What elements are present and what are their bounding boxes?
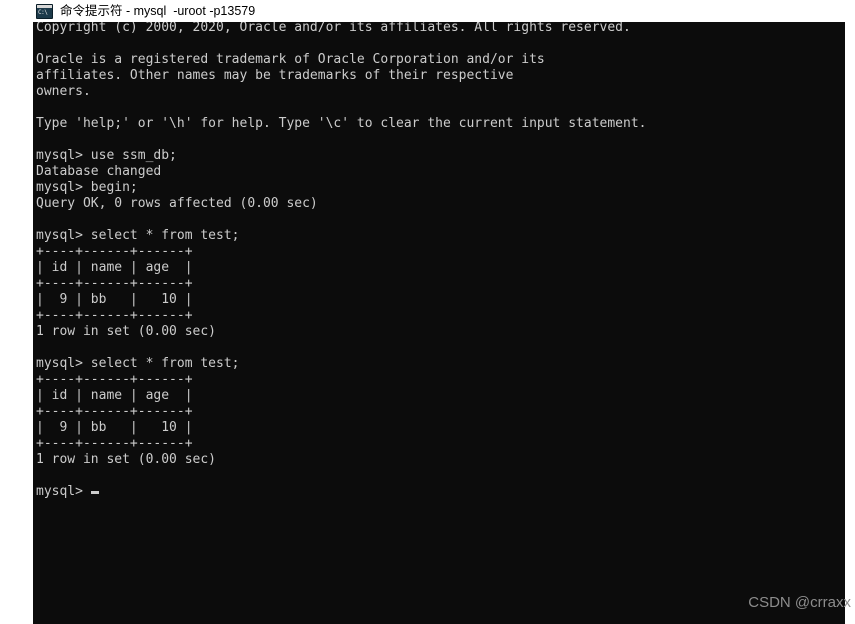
console-window[interactable]: Copyright (c) 2000, 2020, Oracle and/or … [33,22,845,624]
window-titlebar[interactable]: C:\ 命令提示符 - mysql -uroot -p13579 [0,0,855,22]
cmd-icon-titlestrip [37,4,52,8]
cmd-prompt-icon: C:\ [36,3,53,19]
console-scrollback: Copyright (c) 2000, 2020, Oracle and/or … [36,22,647,467]
console-output: Copyright (c) 2000, 2020, Oracle and/or … [36,22,646,500]
block-cursor [90,491,99,494]
screenshot-root: C:\ 命令提示符 - mysql -uroot -p13579 Copyrig… [0,0,855,624]
window-title: 命令提示符 - mysql -uroot -p13579 [60,4,256,18]
cmd-icon-prompt-glyph: C:\ [38,8,48,16]
csdn-watermark: CSDN @crraxx [748,594,851,611]
console-prompt: mysql> [36,484,91,499]
